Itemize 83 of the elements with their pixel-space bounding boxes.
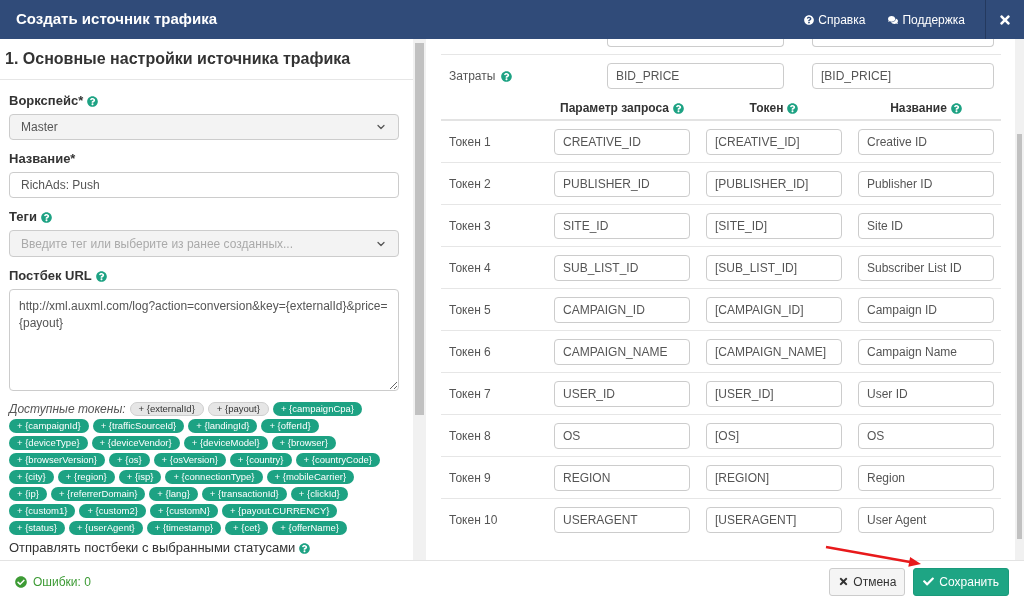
row-label: Токен 2: [448, 175, 492, 193]
help-icon[interactable]: [40, 211, 52, 223]
input-field[interactable]: [607, 39, 784, 47]
token-chip[interactable]: + {externalId}: [129, 402, 204, 416]
name-field[interactable]: Campaign ID: [858, 296, 994, 323]
chat-bubbles-icon: [888, 14, 899, 25]
name-field[interactable]: OS: [858, 422, 994, 449]
parameter-field[interactable]: CREATIVE_ID: [554, 128, 690, 155]
help-icon[interactable]: [299, 542, 311, 554]
parameter-field[interactable]: PUBLISHER_ID: [554, 170, 690, 197]
token-field[interactable]: [CREATIVE_ID]: [706, 128, 842, 155]
token-field[interactable]: [CAMPAIGN_ID]: [706, 296, 842, 323]
parameter-field[interactable]: USER_ID: [554, 380, 690, 407]
help-icon[interactable]: [501, 70, 513, 82]
token-field[interactable]: [SUB_LIST_ID]: [706, 254, 842, 281]
header-link[interactable]: Справка: [804, 10, 866, 29]
row-label: Токен 5: [448, 301, 492, 319]
name-field[interactable]: User ID: [858, 380, 994, 407]
token-field[interactable]: [BID_PRICE]: [812, 63, 994, 89]
parameter-column-header: Параметр запроса: [560, 100, 669, 117]
scrollbar-thumb[interactable]: [415, 43, 424, 415]
token-chip[interactable]: + {payout}: [207, 402, 269, 416]
name-field[interactable]: Site ID: [858, 212, 994, 239]
name-field[interactable]: Region: [858, 464, 994, 491]
token-field[interactable]: [USER_ID]: [706, 380, 842, 407]
token-field[interactable]: [USERAGENT]: [706, 507, 842, 533]
row-label: Токен 8: [448, 427, 492, 445]
row-label: Токен 9: [448, 469, 492, 487]
token-field[interactable]: [SITE_ID]: [706, 212, 842, 239]
field-label: Название*: [9, 151, 76, 167]
section-heading: 1. Основные настройки источника трафика: [5, 49, 351, 69]
cancel-button[interactable]: Отмена: [829, 567, 906, 596]
name-field[interactable]: User Agent: [858, 507, 994, 533]
tokens-label: Доступные токены:: [9, 402, 126, 416]
row-label: Токен 4: [448, 259, 492, 277]
help-icon[interactable]: [95, 270, 107, 282]
row-label: Токен 6: [448, 343, 492, 361]
name-field[interactable]: RichAds: Push: [9, 172, 399, 198]
scrollbar[interactable]: [413, 39, 426, 560]
window-title: Создать источник трафика: [15, 9, 219, 30]
row-label: Токен 3: [448, 217, 492, 235]
parameter-field[interactable]: REGION: [554, 464, 690, 491]
field-label: Воркспейс*: [9, 93, 84, 109]
header-link[interactable]: Поддержка: [888, 10, 965, 29]
help-icon[interactable]: [87, 95, 99, 107]
name-field[interactable]: Subscriber List ID: [858, 254, 994, 281]
field-label: Теги: [9, 209, 37, 225]
row-label: Токен 10: [448, 512, 499, 529]
postback-url-field[interactable]: http://xml.auxml.com/log?action=conversion&key={externalId}&price={payout}: [9, 289, 399, 391]
name-field[interactable]: Publisher ID: [858, 170, 994, 197]
row-label: Затраты: [449, 68, 496, 85]
token-field[interactable]: [CAMPAIGN_NAME]: [706, 338, 842, 365]
errors-status: Ошибки: 0: [33, 573, 91, 591]
parameter-field[interactable]: USERAGENT: [554, 507, 690, 533]
check-icon: [923, 576, 935, 587]
parameter-field[interactable]: BID_PRICE: [607, 63, 784, 89]
name-field[interactable]: Campaign Name: [858, 338, 994, 365]
field-label: Постбек URL: [9, 268, 92, 284]
parameter-field[interactable]: CAMPAIGN_ID: [554, 296, 690, 323]
row-label: Токен 7: [448, 385, 492, 403]
row-label: Токен 1: [448, 133, 492, 151]
help-icon: [804, 14, 815, 25]
close-icon: [838, 576, 850, 587]
close-icon: [998, 12, 1012, 27]
input-field[interactable]: [812, 39, 994, 47]
field-label: Отправлять постбеки с выбранными статусами: [9, 540, 296, 556]
token-field[interactable]: [PUBLISHER_ID]: [706, 170, 842, 197]
parameter-field[interactable]: OS: [554, 422, 690, 449]
token-field[interactable]: [REGION]: [706, 464, 842, 491]
help-icon[interactable]: [787, 102, 799, 114]
parameter-field[interactable]: SUB_LIST_ID: [554, 254, 690, 281]
help-icon[interactable]: [950, 102, 962, 114]
scrollbar-thumb[interactable]: [1017, 134, 1022, 539]
name-column-header: Название: [890, 100, 947, 117]
name-field[interactable]: Creative ID: [858, 128, 994, 155]
parameter-field[interactable]: SITE_ID: [554, 212, 690, 239]
scrollbar[interactable]: [1015, 39, 1024, 560]
workspace-select[interactable]: Master: [9, 114, 399, 140]
token-column-header: Токен: [749, 100, 784, 117]
parameter-field[interactable]: CAMPAIGN_NAME: [554, 338, 690, 365]
token-field[interactable]: [OS]: [706, 422, 842, 449]
help-icon[interactable]: [673, 102, 684, 114]
tags-select[interactable]: Введите тег или выберите из ранее созданных...: [9, 230, 399, 257]
